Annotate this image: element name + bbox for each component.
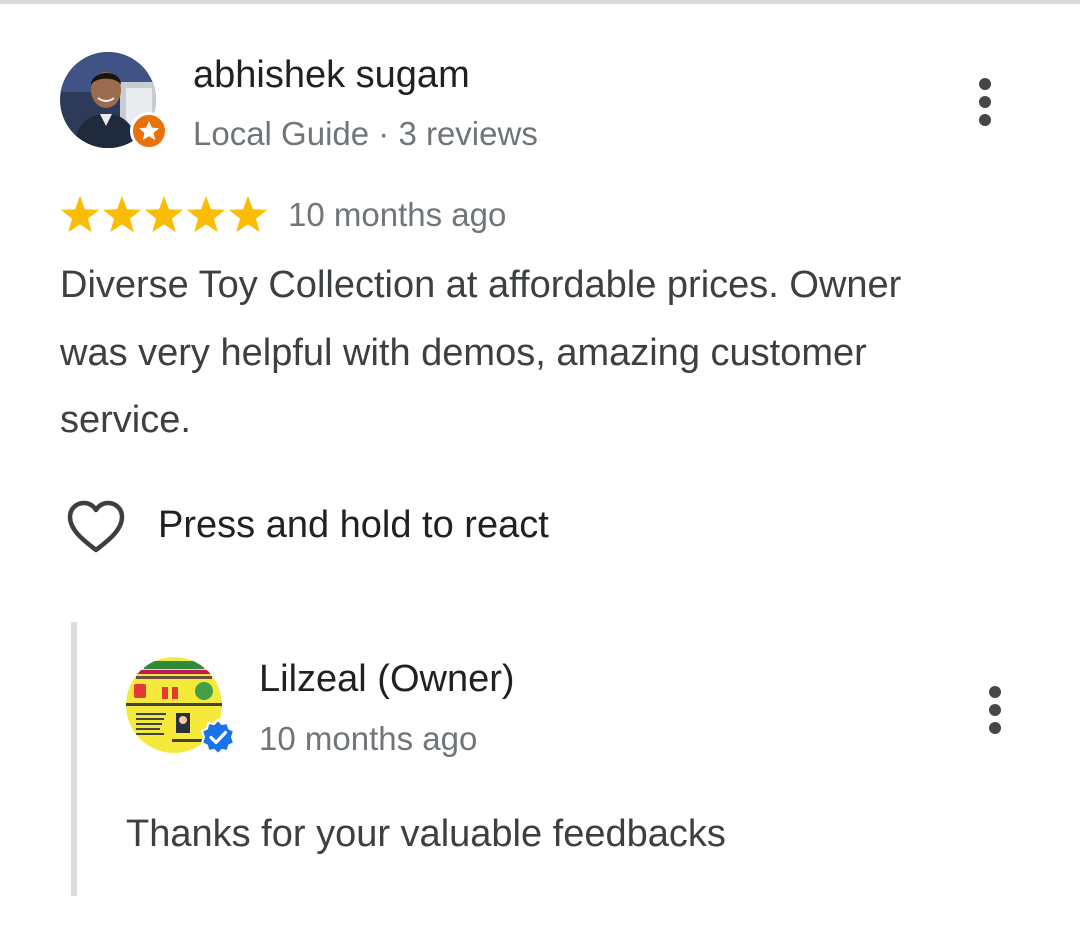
star-icon [144, 196, 184, 233]
review-more-options-icon[interactable] [970, 76, 1000, 128]
owner-response-time: 10 months ago [259, 720, 478, 757]
reviewer-name[interactable]: abhishek sugam [193, 52, 470, 98]
star-icon [60, 196, 100, 233]
reply-indent-bar [71, 622, 77, 896]
verified-badge-icon [200, 718, 236, 756]
heart-outline-icon[interactable] [64, 498, 128, 556]
star-icon [102, 196, 142, 233]
reply-more-options-icon[interactable] [980, 684, 1010, 736]
reviewer-meta: Local Guide · 3 reviews [193, 115, 538, 152]
owner-response-text: Thanks for your valuable feedbacks [126, 813, 726, 855]
react-label[interactable]: Press and hold to react [158, 502, 549, 548]
star-icon [228, 196, 268, 233]
review-time: 10 months ago [288, 196, 507, 233]
review-text: Diverse Toy Collection at affordable pri… [60, 264, 902, 441]
star-icon [186, 196, 226, 233]
top-divider [0, 0, 1080, 4]
local-guide-badge-icon [130, 112, 168, 150]
star-rating [60, 196, 268, 233]
owner-name[interactable]: Lilzeal (Owner) [259, 656, 515, 702]
